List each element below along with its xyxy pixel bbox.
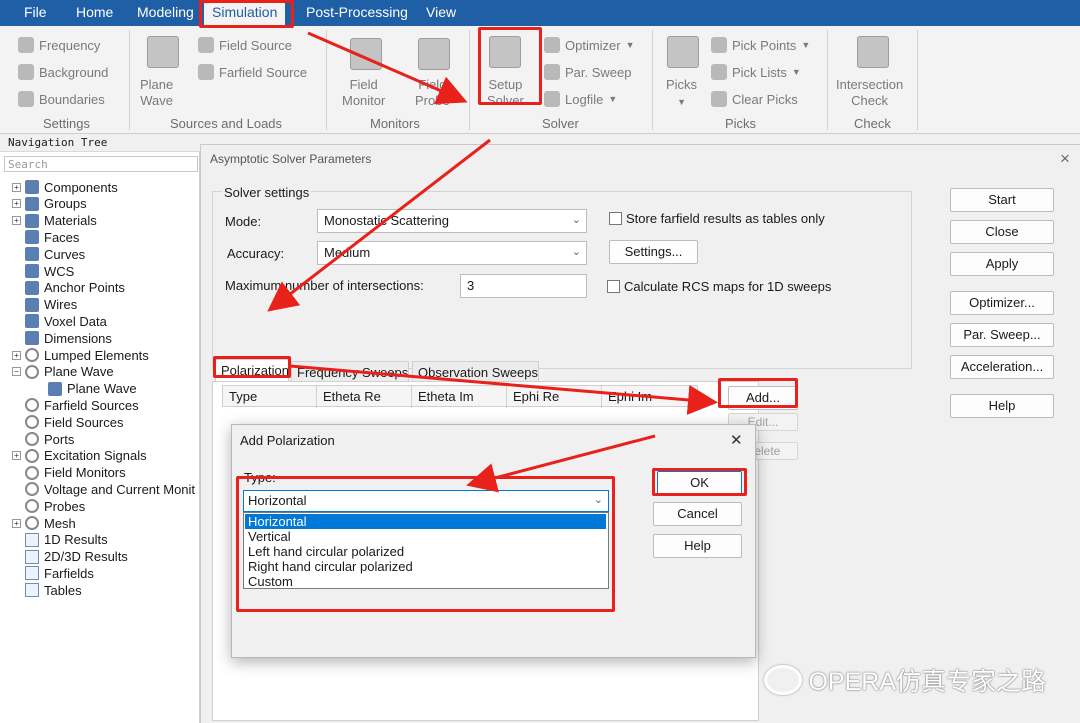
annotation-arrows <box>267 31 718 493</box>
wechat-icon <box>764 665 803 695</box>
arrow-to-dialog <box>267 138 491 312</box>
arrow-to-add-button <box>289 364 718 415</box>
arrow-to-setup-solver <box>307 31 468 105</box>
watermark: OPERA仿真专家之路 <box>764 662 1046 698</box>
arrow-to-type-list <box>466 434 656 493</box>
